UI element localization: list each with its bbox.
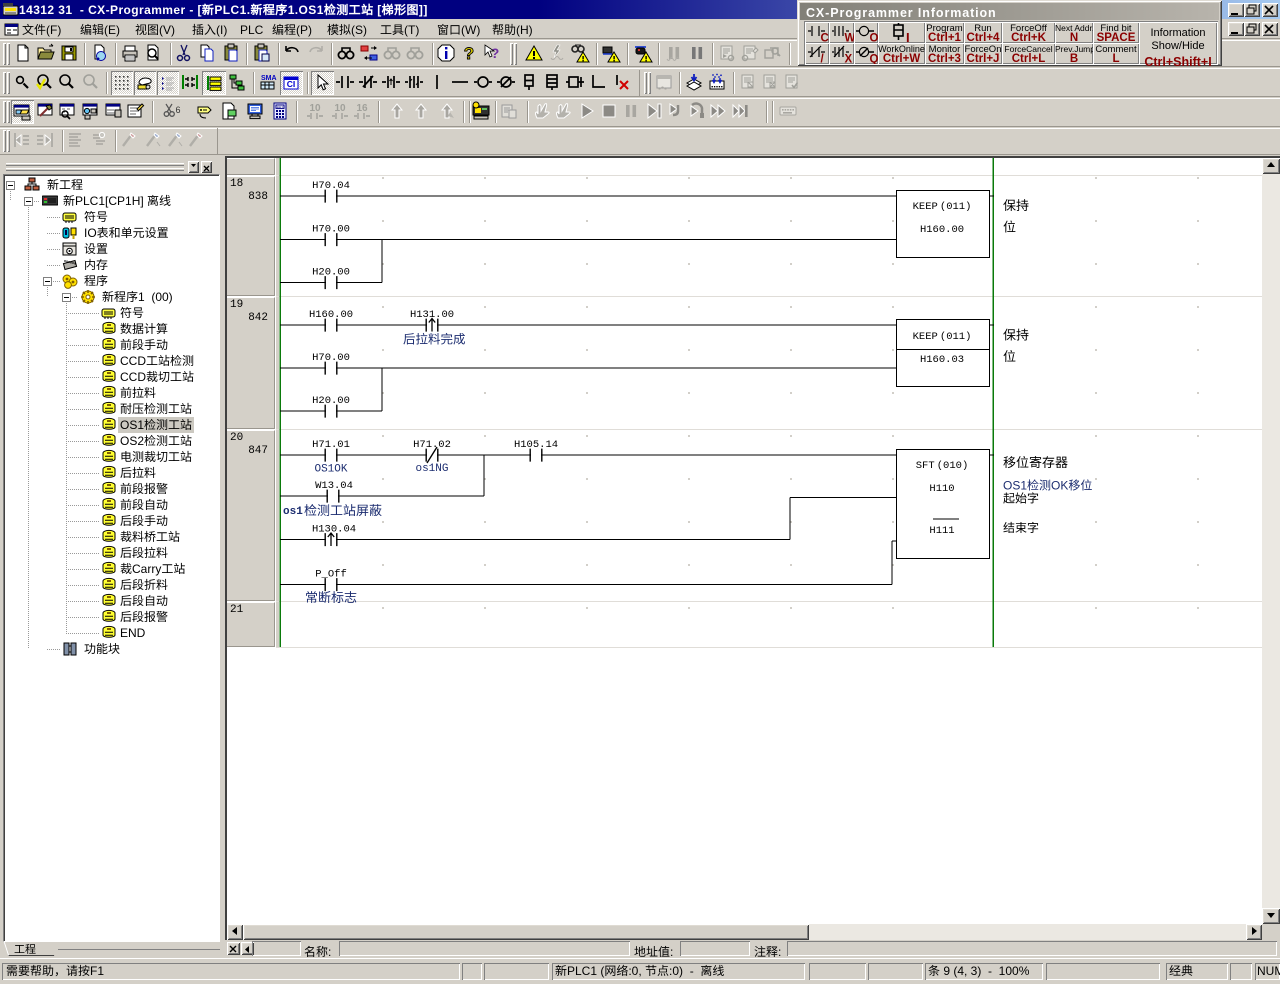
svg-text:H70.00: H70.00 xyxy=(312,352,350,364)
svg-text:H70.00: H70.00 xyxy=(312,224,350,236)
svg-text:H20.00: H20.00 xyxy=(312,395,350,407)
svg-text:KEEP (011): KEEP (011) xyxy=(913,201,972,213)
svg-text:起始字: 起始字 xyxy=(1003,490,1039,507)
svg-text:KEEP (011): KEEP (011) xyxy=(913,331,972,343)
svg-text:检测工站屏蔽: 检测工站屏蔽 xyxy=(304,500,382,519)
svg-text:OS1OK: OS1OK xyxy=(314,464,347,476)
svg-text:H20.00: H20.00 xyxy=(312,267,350,279)
svg-text:后拉料完成: 后拉料完成 xyxy=(403,329,466,348)
svg-text:W: W xyxy=(845,33,855,44)
svg-text:os1: os1 xyxy=(283,506,303,518)
svg-text:位: 位 xyxy=(1003,217,1016,236)
svg-text:O: O xyxy=(870,33,879,44)
svg-text:H71.01: H71.01 xyxy=(312,439,350,451)
svg-text:H130.04: H130.04 xyxy=(312,524,356,536)
svg-text:H160.00: H160.00 xyxy=(920,224,964,236)
svg-text:W13.04: W13.04 xyxy=(315,480,353,492)
svg-text:结束字: 结束字 xyxy=(1003,519,1039,536)
svg-text:X: X xyxy=(845,54,853,65)
svg-text:H71.02: H71.02 xyxy=(413,439,451,451)
svg-text:10: 10 xyxy=(334,103,346,114)
svg-text:I: I xyxy=(906,30,910,43)
svg-text:H111: H111 xyxy=(929,525,954,537)
svg-text:001: 001 xyxy=(277,106,283,110)
svg-text:C: C xyxy=(821,33,829,44)
svg-text:6: 6 xyxy=(175,105,180,115)
svg-text:SFT (010): SFT (010) xyxy=(916,460,969,472)
svg-text:H110: H110 xyxy=(929,483,954,495)
svg-text:P_Off: P_Off xyxy=(315,569,347,581)
svg-text:H160.00: H160.00 xyxy=(309,309,353,321)
svg-text:H131.00: H131.00 xyxy=(410,309,454,321)
svg-text:CI: CI xyxy=(287,79,296,89)
svg-text:10: 10 xyxy=(309,103,321,114)
svg-text:SMA: SMA xyxy=(261,75,277,82)
svg-text:os1NG: os1NG xyxy=(415,463,448,475)
svg-text:H70.04: H70.04 xyxy=(312,180,350,192)
svg-text:H105.14: H105.14 xyxy=(514,439,558,451)
svg-text:?: ? xyxy=(491,45,500,61)
svg-text:保持: 保持 xyxy=(1003,195,1029,214)
svg-text:16: 16 xyxy=(356,103,368,114)
svg-text:保持: 保持 xyxy=(1003,325,1029,344)
svg-text:?: ? xyxy=(464,44,474,63)
svg-text:移位寄存器: 移位寄存器 xyxy=(1003,452,1068,471)
svg-text:位: 位 xyxy=(1003,346,1016,365)
svg-text:/: / xyxy=(821,54,825,65)
svg-text:H160.03: H160.03 xyxy=(920,354,964,366)
svg-text:常断标志: 常断标志 xyxy=(305,587,357,606)
